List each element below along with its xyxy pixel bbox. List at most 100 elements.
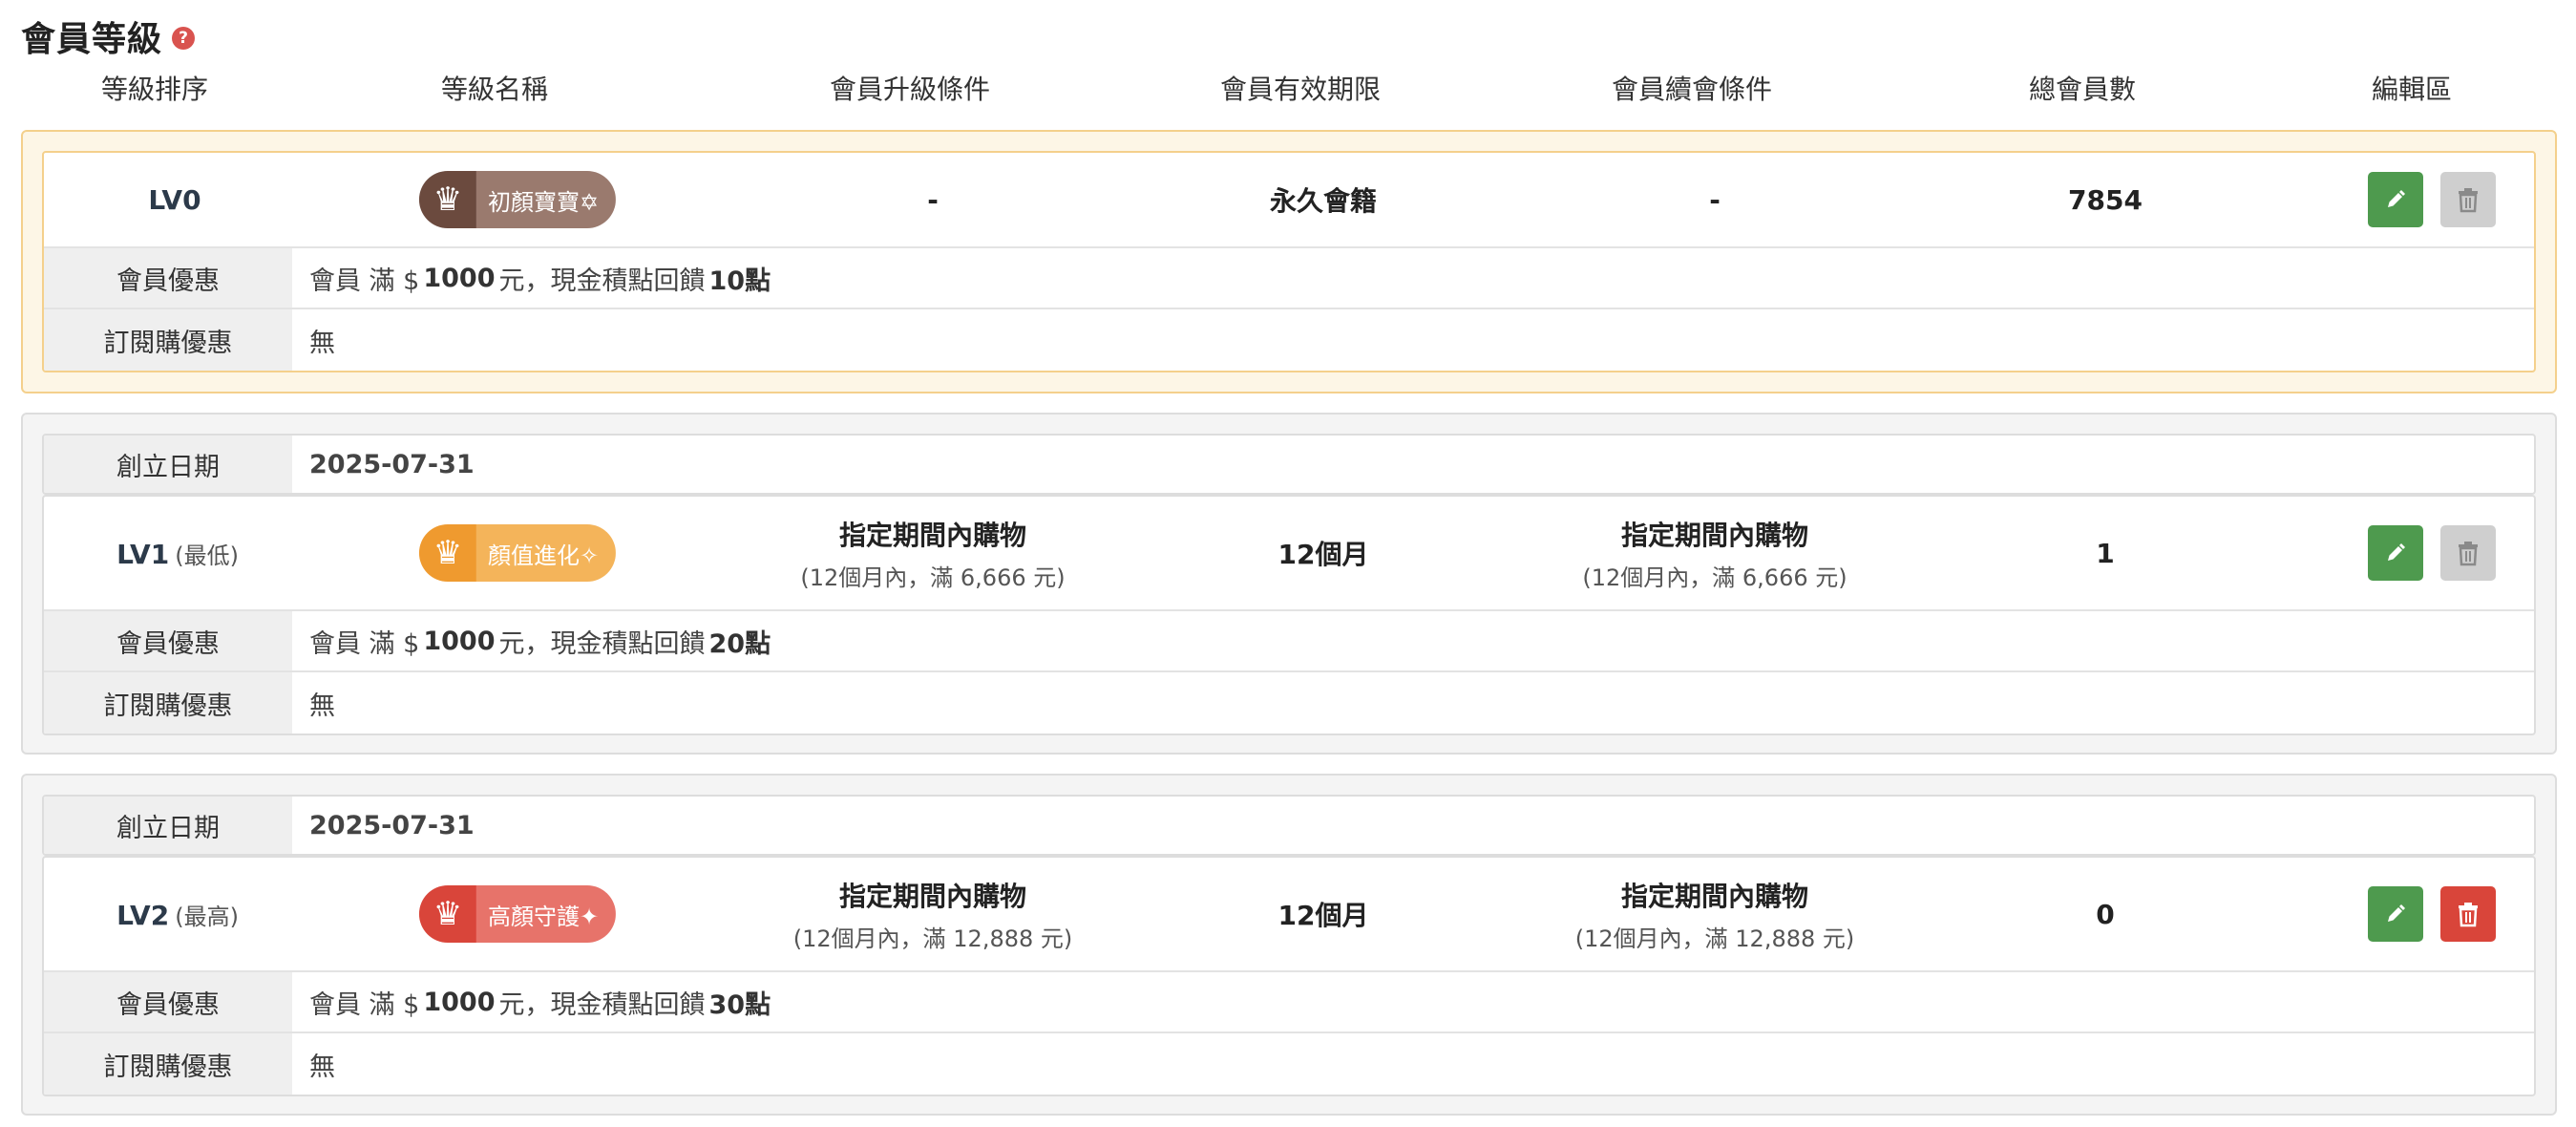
created-date-row: 創立日期 2025-07-31 bbox=[42, 434, 2536, 495]
validity-period: 永久會籍 bbox=[1269, 185, 1378, 217]
upgrade-condition-detail: (12個月內，滿 6,666 元) bbox=[800, 564, 1066, 591]
member-benefit-label: 會員優惠 bbox=[44, 611, 292, 670]
member-benefit-label: 會員優惠 bbox=[44, 248, 292, 308]
validity-cell: 12個月 bbox=[1278, 497, 1369, 609]
title-row: 會員等級 ? bbox=[21, 10, 196, 63]
trash-icon bbox=[2459, 188, 2478, 213]
created-date-value: 2025-07-31 bbox=[309, 810, 475, 840]
renew-condition: 指定期間內購物 bbox=[1620, 880, 1808, 912]
renew-condition-detail: (12個月內，滿 6,666 元) bbox=[1582, 564, 1848, 591]
subscription-benefit-row: 訂閱購優惠 無 bbox=[44, 672, 2534, 734]
member-benefit-value: 會員 滿 $1000 元，現金積點回饋 20點 bbox=[309, 626, 771, 659]
subscription-benefit-label: 訂閱購優惠 bbox=[44, 1033, 292, 1095]
level-order: LV2 (最高) bbox=[116, 899, 239, 931]
column-header-validity: 會員有效期限 bbox=[1219, 74, 1382, 105]
validity-period: 12個月 bbox=[1277, 539, 1369, 570]
subscription-benefit-value: 無 bbox=[309, 1052, 335, 1082]
edit-area bbox=[2368, 858, 2496, 970]
level-table: LV0 ♛ 初顏寶寶✡ - 永久會籍 - 7854 會員優惠 會員 滿 $ 10… bbox=[42, 151, 2536, 372]
level-badge-text: 高顏守護✦ bbox=[475, 885, 617, 943]
page-title: 會員等級 bbox=[21, 20, 163, 59]
level-table: LV2 (最高) ♛ 高顏守護✦ 指定期間內購物 (12個月內，滿 12,888 … bbox=[42, 856, 2536, 1096]
crown-icon: ♛ bbox=[418, 171, 476, 228]
member-benefit-row: 會員優惠 會員 滿 $1000 元，現金積點回饋 10點 bbox=[44, 248, 2534, 309]
member-benefit-value: 會員 滿 $1000 元，現金積點回饋 10點 bbox=[309, 263, 771, 296]
level-badge: ♛ 顏值進化✧ bbox=[418, 524, 617, 582]
crown-icon: ♛ bbox=[418, 885, 476, 943]
pencil-icon bbox=[2388, 904, 2405, 922]
level-card-lv1: 創立日期 2025-07-31 LV1 (最低) ♛ 顏值進化✧ 指定期間內購物 … bbox=[21, 413, 2557, 755]
subscription-benefit-value: 無 bbox=[309, 691, 335, 721]
column-header-order: 等級排序 bbox=[100, 74, 209, 105]
validity-cell: 永久會籍 bbox=[1270, 153, 1377, 246]
renew-condition-cell: 指定期間內購物 (12個月內，滿 6,666 元) bbox=[1582, 497, 1847, 609]
upgrade-condition: - bbox=[927, 183, 939, 216]
level-table: LV1 (最低) ♛ 顏值進化✧ 指定期間內購物 (12個月內，滿 6,666 元… bbox=[42, 495, 2536, 735]
member-benefit-row: 會員優惠 會員 滿 $1000 元，現金積點回饋 20點 bbox=[44, 611, 2534, 672]
renew-condition-detail: (12個月內，滿 12,888 元) bbox=[1574, 925, 1855, 952]
renew-condition-cell: 指定期間內購物 (12個月內，滿 12,888 元) bbox=[1575, 858, 1855, 970]
upgrade-condition-cell: - bbox=[927, 153, 939, 246]
edit-button[interactable] bbox=[2368, 172, 2423, 227]
level-main-row: LV0 ♛ 初顏寶寶✡ - 永久會籍 - 7854 bbox=[44, 153, 2534, 248]
created-date-label: 創立日期 bbox=[44, 797, 292, 854]
subscription-benefit-label: 訂閱購優惠 bbox=[44, 309, 292, 371]
level-badge: ♛ 初顏寶寶✡ bbox=[418, 171, 617, 228]
column-headers: 等級排序 等級名稱 會員升級條件 會員有效期限 會員續會條件 總會員數 編輯區 bbox=[0, 65, 2576, 115]
upgrade-condition-cell: 指定期間內購物 (12個月內，滿 12,888 元) bbox=[793, 858, 1073, 970]
level-badge: ♛ 高顏守護✦ bbox=[418, 885, 617, 943]
column-header-members: 總會員數 bbox=[2028, 74, 2137, 105]
member-benefit-label: 會員優惠 bbox=[44, 972, 292, 1031]
level-order-cell: LV2 (最高) bbox=[116, 858, 239, 970]
validity-period: 12個月 bbox=[1277, 900, 1369, 931]
column-header-edit: 編輯區 bbox=[2371, 74, 2453, 105]
column-header-upgrade: 會員升級條件 bbox=[829, 74, 991, 105]
edit-button[interactable] bbox=[2368, 886, 2423, 942]
edit-button[interactable] bbox=[2368, 525, 2423, 581]
created-date-value: 2025-07-31 bbox=[309, 449, 475, 479]
delete-button[interactable] bbox=[2440, 525, 2496, 581]
member-count-cell: 0 bbox=[2096, 858, 2114, 970]
level-badge-text: 顏值進化✧ bbox=[475, 524, 617, 582]
member-count: 0 bbox=[2096, 898, 2115, 930]
delete-button[interactable] bbox=[2440, 886, 2496, 942]
upgrade-condition: 指定期間內購物 bbox=[838, 880, 1026, 912]
member-count: 1 bbox=[2096, 537, 2115, 569]
crown-icon: ♛ bbox=[418, 524, 476, 582]
upgrade-condition-detail: (12個月內，滿 12,888 元) bbox=[792, 925, 1073, 952]
subscription-benefit-row: 訂閱購優惠 無 bbox=[44, 309, 2534, 371]
trash-icon bbox=[2459, 542, 2478, 566]
delete-button[interactable] bbox=[2440, 172, 2496, 227]
subscription-benefit-label: 訂閱購優惠 bbox=[44, 672, 292, 734]
pencil-icon bbox=[2388, 190, 2405, 207]
edit-area bbox=[2368, 153, 2496, 246]
created-date-row: 創立日期 2025-07-31 bbox=[42, 795, 2536, 856]
subscription-benefit-value: 無 bbox=[309, 328, 335, 358]
member-count-cell: 1 bbox=[2096, 497, 2114, 609]
level-main-row: LV2 (最高) ♛ 高顏守護✦ 指定期間內購物 (12個月內，滿 12,888 … bbox=[44, 858, 2534, 972]
level-order-cell: LV1 (最低) bbox=[116, 497, 239, 609]
member-benefit-row: 會員優惠 會員 滿 $1000 元，現金積點回饋 30點 bbox=[44, 972, 2534, 1033]
column-header-name: 等級名稱 bbox=[440, 74, 549, 105]
trash-icon bbox=[2459, 903, 2478, 927]
level-card-lv0: LV0 ♛ 初顏寶寶✡ - 永久會籍 - 7854 會員優惠 會員 滿 $ 10… bbox=[21, 130, 2557, 393]
level-main-row: LV1 (最低) ♛ 顏值進化✧ 指定期間內購物 (12個月內，滿 6,666 元… bbox=[44, 497, 2534, 611]
member-count-cell: 7854 bbox=[2068, 153, 2143, 246]
level-card-lv2: 創立日期 2025-07-31 LV2 (最高) ♛ 高顏守護✦ 指定期間內購物 … bbox=[21, 774, 2557, 1116]
upgrade-condition: 指定期間內購物 bbox=[838, 519, 1027, 551]
member-benefit-value: 會員 滿 $1000 元，現金積點回饋 30點 bbox=[309, 987, 771, 1020]
renew-condition: 指定期間內購物 bbox=[1620, 519, 1809, 551]
level-name-cell: ♛ 初顏寶寶✡ bbox=[418, 153, 617, 246]
renew-condition: - bbox=[1709, 183, 1721, 216]
member-count: 7854 bbox=[2068, 183, 2143, 216]
level-order-cell: LV0 bbox=[148, 153, 206, 246]
level-name-cell: ♛ 高顏守護✦ bbox=[418, 858, 617, 970]
column-header-renew: 會員續會條件 bbox=[1611, 74, 1773, 105]
level-order: LV0 bbox=[148, 183, 201, 216]
subscription-benefit-row: 訂閱購優惠 無 bbox=[44, 1033, 2534, 1095]
created-date-label: 創立日期 bbox=[44, 436, 292, 493]
level-order: LV1 (最低) bbox=[116, 538, 239, 570]
renew-condition-cell: - bbox=[1709, 153, 1721, 246]
question-icon[interactable]: ? bbox=[172, 27, 196, 50]
pencil-icon bbox=[2388, 543, 2405, 561]
